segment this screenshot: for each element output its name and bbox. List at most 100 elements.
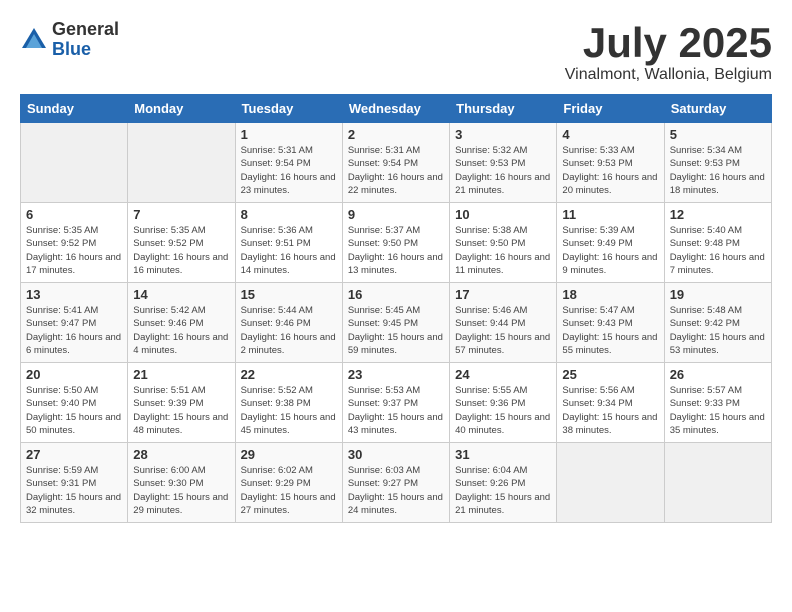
calendar-cell: 11Sunrise: 5:39 AMSunset: 9:49 PMDayligh… [557,203,664,283]
calendar-cell: 22 Sunrise: 5:52 AMSunset: 9:38 PMDayligh… [235,363,342,443]
cell-info: Sunrise: 5:45 AMSunset: 9:45 PMDaylight:… [348,304,444,357]
calendar-cell: 30Sunrise: 6:03 AMSunset: 9:27 PMDayligh… [342,443,449,523]
week-row-5: 27 Sunrise: 5:59 AMSunset: 9:31 PMDayligh… [21,443,772,523]
calendar-cell: 31Sunrise: 6:04 AMSunset: 9:26 PMDayligh… [450,443,557,523]
cell-info: Sunrise: 6:03 AMSunset: 9:27 PMDaylight:… [348,464,444,517]
logo-general: General [52,20,119,40]
weekday-header-friday: Friday [557,95,664,123]
calendar-cell [21,123,128,203]
day-number: 13 [26,287,122,302]
day-number: 19 [670,287,766,302]
day-number: 12 [670,207,766,222]
cell-info: Sunrise: 5:35 AMSunset: 9:52 PMDaylight:… [133,224,229,277]
cell-info: Sunrise: 5:52 AMSunset: 9:38 PMDaylight:… [241,384,337,437]
page-header: General Blue July 2025 Vinalmont, Wallon… [20,20,772,84]
cell-info: Sunrise: 5:53 AMSunset: 9:37 PMDaylight:… [348,384,444,437]
weekday-header-thursday: Thursday [450,95,557,123]
cell-info: Sunrise: 5:57 AMSunset: 9:33 PMDaylight:… [670,384,766,437]
calendar-cell: 14Sunrise: 5:42 AMSunset: 9:46 PMDayligh… [128,283,235,363]
calendar-cell: 23 Sunrise: 5:53 AMSunset: 9:37 PMDayligh… [342,363,449,443]
day-number: 21 [133,367,229,382]
cell-info: Sunrise: 5:46 AMSunset: 9:44 PMDaylight:… [455,304,551,357]
cell-info: Sunrise: 5:35 AMSunset: 9:52 PMDaylight:… [26,224,122,277]
week-row-3: 13Sunrise: 5:41 AMSunset: 9:47 PMDayligh… [21,283,772,363]
calendar-cell: 13Sunrise: 5:41 AMSunset: 9:47 PMDayligh… [21,283,128,363]
cell-info: Sunrise: 5:56 AMSunset: 9:34 PMDaylight:… [562,384,658,437]
calendar-cell: 16 Sunrise: 5:45 AMSunset: 9:45 PMDayligh… [342,283,449,363]
cell-info: Sunrise: 5:55 AMSunset: 9:36 PMDaylight:… [455,384,551,437]
calendar-cell: 17 Sunrise: 5:46 AMSunset: 9:44 PMDayligh… [450,283,557,363]
calendar-cell: 24 Sunrise: 5:55 AMSunset: 9:36 PMDayligh… [450,363,557,443]
calendar-cell: 6 Sunrise: 5:35 AMSunset: 9:52 PMDaylight… [21,203,128,283]
day-number: 26 [670,367,766,382]
weekday-header-wednesday: Wednesday [342,95,449,123]
calendar-cell [664,443,771,523]
day-number: 7 [133,207,229,222]
calendar-cell: 12Sunrise: 5:40 AMSunset: 9:48 PMDayligh… [664,203,771,283]
day-number: 16 [348,287,444,302]
cell-info: Sunrise: 5:32 AMSunset: 9:53 PMDaylight:… [455,144,551,197]
cell-info: Sunrise: 5:59 AMSunset: 9:31 PMDaylight:… [26,464,122,517]
month-title: July 2025 [565,20,772,66]
day-number: 8 [241,207,337,222]
cell-info: Sunrise: 5:51 AMSunset: 9:39 PMDaylight:… [133,384,229,437]
calendar-cell: 20Sunrise: 5:50 AMSunset: 9:40 PMDayligh… [21,363,128,443]
week-row-2: 6 Sunrise: 5:35 AMSunset: 9:52 PMDaylight… [21,203,772,283]
cell-info: Sunrise: 6:00 AMSunset: 9:30 PMDaylight:… [133,464,229,517]
calendar-cell: 2 Sunrise: 5:31 AMSunset: 9:54 PMDaylight… [342,123,449,203]
calendar-cell: 15 Sunrise: 5:44 AMSunset: 9:46 PMDayligh… [235,283,342,363]
day-number: 10 [455,207,551,222]
cell-info: Sunrise: 6:02 AMSunset: 9:29 PMDaylight:… [241,464,337,517]
calendar-cell: 5 Sunrise: 5:34 AMSunset: 9:53 PMDaylight… [664,123,771,203]
calendar-cell: 21 Sunrise: 5:51 AMSunset: 9:39 PMDayligh… [128,363,235,443]
day-number: 31 [455,447,551,462]
calendar-cell: 9 Sunrise: 5:37 AMSunset: 9:50 PMDaylight… [342,203,449,283]
calendar-cell: 18 Sunrise: 5:47 AMSunset: 9:43 PMDayligh… [557,283,664,363]
calendar-cell: 4Sunrise: 5:33 AMSunset: 9:53 PMDaylight… [557,123,664,203]
day-number: 9 [348,207,444,222]
calendar-cell: 10 Sunrise: 5:38 AMSunset: 9:50 PMDayligh… [450,203,557,283]
logo: General Blue [20,20,119,60]
day-number: 18 [562,287,658,302]
cell-info: Sunrise: 5:47 AMSunset: 9:43 PMDaylight:… [562,304,658,357]
day-number: 1 [241,127,337,142]
location-subtitle: Vinalmont, Wallonia, Belgium [565,66,772,84]
calendar-cell: 26 Sunrise: 5:57 AMSunset: 9:33 PMDayligh… [664,363,771,443]
day-number: 5 [670,127,766,142]
cell-info: Sunrise: 5:36 AMSunset: 9:51 PMDaylight:… [241,224,337,277]
weekday-header-row: SundayMondayTuesdayWednesdayThursdayFrid… [21,95,772,123]
cell-info: Sunrise: 5:31 AMSunset: 9:54 PMDaylight:… [348,144,444,197]
cell-info: Sunrise: 5:48 AMSunset: 9:42 PMDaylight:… [670,304,766,357]
cell-info: Sunrise: 5:34 AMSunset: 9:53 PMDaylight:… [670,144,766,197]
cell-info: Sunrise: 5:44 AMSunset: 9:46 PMDaylight:… [241,304,337,357]
weekday-header-monday: Monday [128,95,235,123]
day-number: 2 [348,127,444,142]
day-number: 22 [241,367,337,382]
cell-info: Sunrise: 5:37 AMSunset: 9:50 PMDaylight:… [348,224,444,277]
day-number: 23 [348,367,444,382]
calendar-cell: 1Sunrise: 5:31 AMSunset: 9:54 PMDaylight… [235,123,342,203]
cell-info: Sunrise: 5:38 AMSunset: 9:50 PMDaylight:… [455,224,551,277]
day-number: 28 [133,447,229,462]
calendar-cell: 29Sunrise: 6:02 AMSunset: 9:29 PMDayligh… [235,443,342,523]
calendar-cell [128,123,235,203]
week-row-4: 20Sunrise: 5:50 AMSunset: 9:40 PMDayligh… [21,363,772,443]
day-number: 6 [26,207,122,222]
cell-info: Sunrise: 5:33 AMSunset: 9:53 PMDaylight:… [562,144,658,197]
day-number: 17 [455,287,551,302]
calendar-cell: 27 Sunrise: 5:59 AMSunset: 9:31 PMDayligh… [21,443,128,523]
day-number: 25 [562,367,658,382]
cell-info: Sunrise: 5:39 AMSunset: 9:49 PMDaylight:… [562,224,658,277]
day-number: 20 [26,367,122,382]
day-number: 24 [455,367,551,382]
calendar-cell: 7 Sunrise: 5:35 AMSunset: 9:52 PMDaylight… [128,203,235,283]
week-row-1: 1 Sunrise: 5:31 AMSunset: 9:54 PMDaylight… [21,123,772,203]
day-number: 15 [241,287,337,302]
calendar-cell: 8 Sunrise: 5:36 AMSunset: 9:51 PMDaylight… [235,203,342,283]
day-number: 27 [26,447,122,462]
weekday-header-sunday: Sunday [21,95,128,123]
calendar-table: SundayMondayTuesdayWednesdayThursdayFrid… [20,94,772,523]
title-block: July 2025 Vinalmont, Wallonia, Belgium [565,20,772,84]
calendar-cell: 28 Sunrise: 6:00 AMSunset: 9:30 PMDayligh… [128,443,235,523]
cell-info: Sunrise: 5:42 AMSunset: 9:46 PMDaylight:… [133,304,229,357]
